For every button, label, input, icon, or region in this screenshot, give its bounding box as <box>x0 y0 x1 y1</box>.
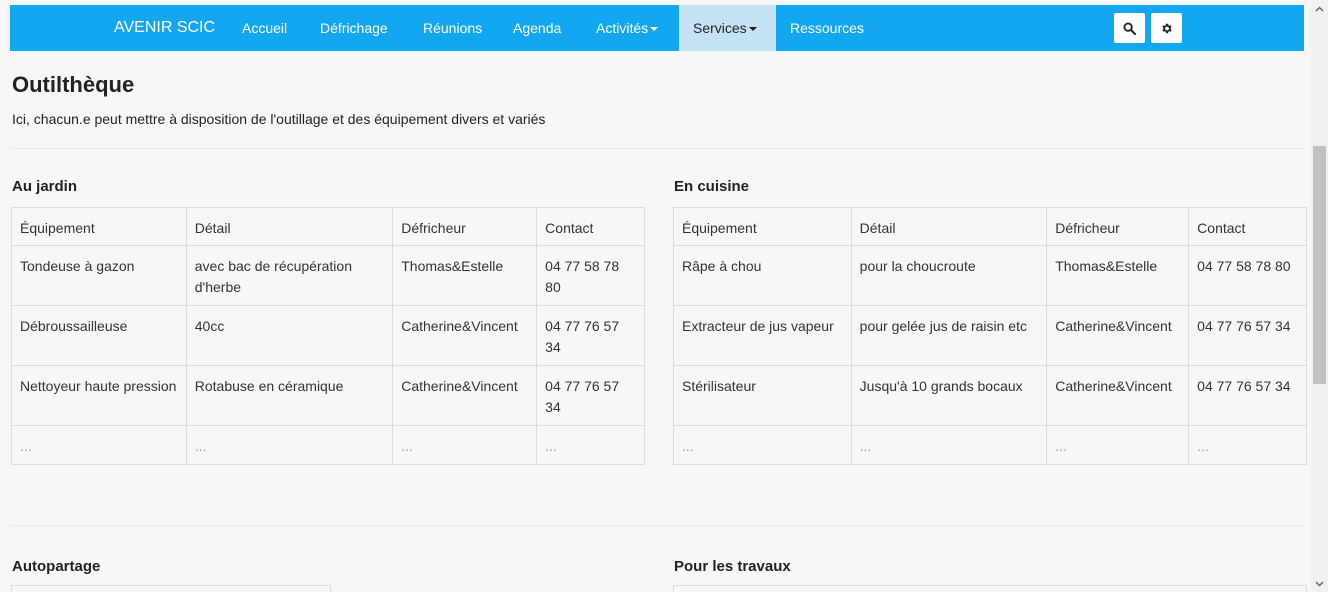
cell-equipement: Extracteur de jus vapeur <box>673 305 852 366</box>
column-header-detail: Détail <box>850 207 1048 246</box>
column-header-equipement: Équipement <box>673 207 852 246</box>
cell-detail: Jusqu'à 10 grands bocaux <box>850 365 1048 426</box>
cell-detail: pour gelée jus de raisin etc <box>850 305 1048 366</box>
column-header-detail: Détail <box>185 207 394 246</box>
caret-down-icon <box>748 27 757 32</box>
travaux-table <box>673 585 1307 592</box>
table-row: ... ... ... ... <box>11 425 645 465</box>
column-header-defricheur: Défricheur <box>1046 207 1190 246</box>
table-row: Débroussailleuse 40cc Catherine&Vincent … <box>11 305 645 366</box>
cell-contact: 04 77 76 57 34 <box>1188 305 1307 366</box>
navbar: AVENIR SCIC Accueil Défrichage Réunions … <box>10 5 1304 51</box>
column-header-contact: Contact <box>1188 207 1307 246</box>
nav-item-accueil[interactable]: Accueil <box>242 5 287 51</box>
section-title-travaux: Pour les travaux <box>674 558 791 575</box>
search-icon <box>1123 21 1136 35</box>
cell-equipement: Débroussailleuse <box>11 305 187 366</box>
cell-contact: ... <box>1188 425 1307 465</box>
table-row: Râpe à chou pour la choucroute Thomas&Es… <box>673 245 1307 306</box>
nav-item-activites[interactable]: Activités <box>596 5 659 51</box>
nav-item-defrichage[interactable]: Défrichage <box>320 5 388 51</box>
column-header-contact: Contact <box>536 207 645 246</box>
cell-detail: pour la choucroute <box>850 245 1048 306</box>
section-title-jardin: Au jardin <box>12 178 78 195</box>
column-header-defricheur: Défricheur <box>392 207 538 246</box>
cell-detail: ... <box>185 425 394 465</box>
cell-defricheur: ... <box>392 425 538 465</box>
brand-link[interactable]: AVENIR SCIC <box>114 5 215 51</box>
cell-equipement: Nettoyeur haute pression <box>11 365 187 426</box>
cell-contact: 04 77 76 57 34 <box>536 365 645 426</box>
cell-detail: 40cc <box>185 305 394 366</box>
nav-item-activites-label: Activités <box>596 20 649 36</box>
cell-detail: avec bac de récupération d'herbe <box>185 245 394 306</box>
nav-item-services-label: Services <box>693 20 747 36</box>
cell-contact: 04 77 58 78 80 <box>1188 245 1307 306</box>
scrollbar-thumb[interactable] <box>1313 146 1326 384</box>
cell-equipement: ... <box>11 425 187 465</box>
table-header-row: Équipement Détail Défricheur Contact <box>673 207 1307 246</box>
nav-item-services[interactable]: Services <box>679 5 776 51</box>
table-row: ... ... ... ... <box>673 425 1307 465</box>
cell-defricheur: Thomas&Estelle <box>1046 245 1190 306</box>
table-row: Nettoyeur haute pression Rotabuse en cér… <box>11 365 645 426</box>
nav-item-agenda[interactable]: Agenda <box>513 5 561 51</box>
chevron-up-icon <box>1315 6 1324 11</box>
table-row: Stérilisateur Jusqu'à 10 grands bocaux C… <box>673 365 1307 426</box>
search-button[interactable] <box>1114 13 1145 43</box>
cell-equipement: Stérilisateur <box>673 365 852 426</box>
cell-contact: ... <box>536 425 645 465</box>
cell-defricheur: Thomas&Estelle <box>392 245 538 306</box>
cell-defricheur: Catherine&Vincent <box>392 365 538 426</box>
cell-contact: 04 77 76 57 34 <box>1188 365 1307 426</box>
column-header-equipement: Équipement <box>11 207 187 246</box>
table-row: Extracteur de jus vapeur pour gelée jus … <box>673 305 1307 366</box>
cell-defricheur: Catherine&Vincent <box>1046 365 1190 426</box>
cell-detail: ... <box>850 425 1048 465</box>
nav-item-reunions[interactable]: Réunions <box>423 5 482 51</box>
settings-button[interactable] <box>1151 13 1182 43</box>
cell-contact: 04 77 58 78 80 <box>536 245 645 306</box>
section-title-cuisine: En cuisine <box>674 178 750 195</box>
cell-defricheur: ... <box>1046 425 1190 465</box>
cell-equipement: ... <box>673 425 852 465</box>
vertical-scrollbar[interactable] <box>1311 0 1328 592</box>
nav-item-ressources[interactable]: Ressources <box>790 5 864 51</box>
cell-defricheur: Catherine&Vincent <box>1046 305 1190 366</box>
jardin-table: Équipement Détail Défricheur Contact Ton… <box>11 207 645 465</box>
cell-equipement: Tondeuse à gazon <box>11 245 187 306</box>
page-intro: Ici, chacun.e peut mettre à disposition … <box>12 111 546 127</box>
cell-equipement: Râpe à chou <box>673 245 852 306</box>
caret-down-icon <box>650 27 659 32</box>
cell-contact: 04 77 76 57 34 <box>536 305 645 366</box>
table-header-row: Équipement Détail Défricheur Contact <box>11 207 645 246</box>
divider <box>10 148 1304 149</box>
gear-icon <box>1162 23 1172 33</box>
scroll-up-button[interactable] <box>1311 0 1328 17</box>
cell-defricheur: Catherine&Vincent <box>392 305 538 366</box>
page-title: Outilthèque <box>12 72 135 97</box>
autopartage-table <box>11 585 331 592</box>
cell-detail: Rotabuse en céramique <box>185 365 394 426</box>
scroll-down-button[interactable] <box>1311 575 1328 592</box>
divider <box>10 525 1304 526</box>
chevron-down-icon <box>1315 581 1324 586</box>
table-row: Tondeuse à gazon avec bac de récupératio… <box>11 245 645 306</box>
section-title-autopartage: Autopartage <box>12 558 101 575</box>
cuisine-table: Équipement Détail Défricheur Contact Râp… <box>673 207 1307 465</box>
